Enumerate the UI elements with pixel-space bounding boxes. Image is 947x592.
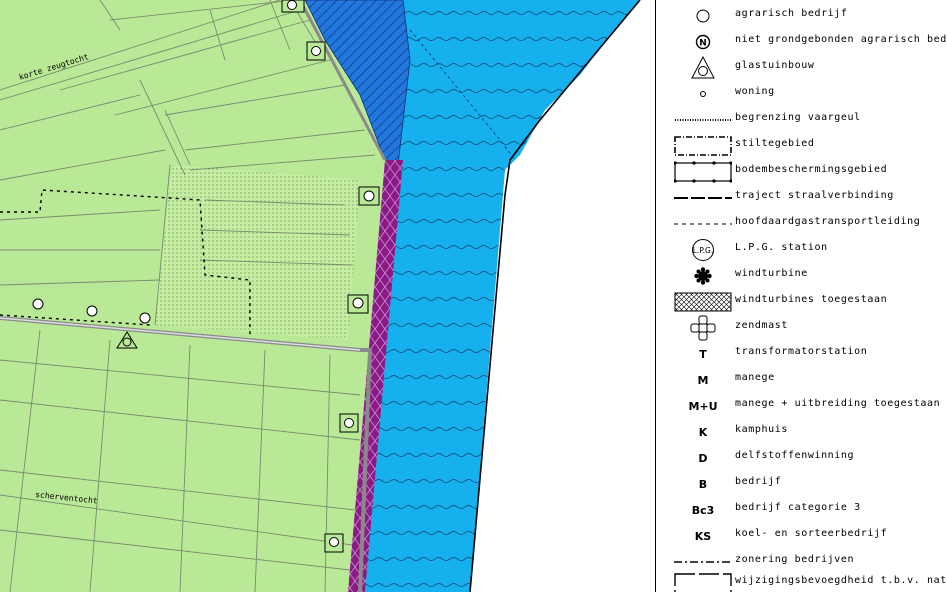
legend-item: Bc3 bedrijf categorie 3: [656, 497, 947, 523]
legend-letter-icon: K: [674, 419, 732, 445]
legend-label: hoofdaardgastransportleiding: [735, 216, 921, 227]
legend-letter-icon: Bc3: [674, 497, 732, 523]
long-dash-line-icon: [674, 185, 732, 211]
legend-letter-symbol: B: [698, 477, 708, 491]
legend-item: windturbine: [656, 263, 947, 289]
legend-letter-icon: KS: [674, 523, 732, 549]
legend-item: Ddelfstoffenwinning: [656, 445, 947, 471]
legend-label: manege: [735, 372, 775, 383]
circle-icon: [674, 3, 732, 29]
legend-letter-icon: D: [674, 445, 732, 471]
lpg-text: L.P.G.: [693, 246, 714, 255]
legend-item: stiltegebied: [656, 133, 947, 159]
legend-label: agrarisch bedrijf: [735, 8, 848, 19]
triangle-circle-icon: [674, 55, 732, 81]
legend-label: bodembeschermingsgebied: [735, 164, 888, 175]
legend-item: KS koel- en sorteerbedrijf: [656, 523, 947, 549]
legend-label: delfstoffenwinning: [735, 450, 855, 461]
legend-label: stiltegebied: [735, 138, 815, 149]
legend-letter-icon: M: [674, 367, 732, 393]
legend-letter-symbol: K: [698, 425, 708, 439]
windturbine-icon: [674, 263, 732, 289]
legend-item: begrenzing vaargeul: [656, 107, 947, 133]
legend-item: windturbines toegestaan: [656, 289, 947, 315]
legend-label: koel- en sorteerbedrijf: [735, 528, 888, 539]
legend-label: windturbine: [735, 268, 808, 279]
legend-label: windturbines toegestaan: [735, 294, 888, 305]
legend-item: M+U manege + uitbreiding toegestaan: [656, 393, 947, 419]
small-circle-icon: [674, 81, 732, 107]
dotted-box-icon: [674, 159, 732, 185]
legend-label: traject straalverbinding: [735, 190, 894, 201]
legend-item: zendmast: [656, 315, 947, 341]
legend-label: woning: [735, 86, 775, 97]
legend-label: begrenzing vaargeul: [735, 112, 861, 123]
legend-label: L.P.G. station: [735, 242, 828, 253]
legend-label: kamphuis: [735, 424, 788, 435]
legend-item: hoofdaardgastransportleiding: [656, 211, 947, 237]
fairway-line-icon: [674, 107, 732, 133]
legend-letter-icon: M+U: [674, 393, 732, 419]
legend-label: zendmast: [735, 320, 788, 331]
legend-item: traject straalverbinding: [656, 185, 947, 211]
lpg-circle-icon: L.P.G.: [674, 237, 732, 263]
legend-label: bedrijf: [735, 476, 782, 487]
legend-item: woning: [656, 81, 947, 107]
N-circle-icon: N: [674, 29, 732, 55]
legend-item: Kkamphuis: [656, 419, 947, 445]
legend-letter-symbol: KS: [694, 529, 712, 543]
legend-item: Mmanege: [656, 367, 947, 393]
legend-letter-symbol: Bc3: [691, 503, 715, 517]
legend-label: zonering bedrijven: [735, 554, 855, 565]
map-canvas[interactable]: korte zeugtocht scherventocht: [0, 0, 655, 592]
legend-letter-symbol: D: [698, 451, 708, 465]
legend-label: niet grondgebonden agrarisch bedrijf: [735, 34, 947, 45]
legend-letter-symbol: M+U: [688, 399, 718, 413]
crosshatch-box-icon: [674, 289, 732, 315]
legend-label: glastuinbouw: [735, 60, 815, 71]
legend-item: Bbedrijf: [656, 471, 947, 497]
legend-item: bodembeschermingsgebied: [656, 159, 947, 185]
legend-letter-symbol: M: [697, 373, 709, 387]
dash-line-icon: [674, 211, 732, 237]
zendmast-icon: [674, 315, 732, 341]
legend-label: manege + uitbreiding toegestaan: [735, 398, 941, 409]
legend-letter-icon: T: [674, 341, 732, 367]
legend-label: wijzigingsbevoegdheid t.b.v. natuurontwi…: [735, 575, 947, 586]
dashed-box-icon: [674, 570, 732, 592]
legend-item: L.P.G. L.P.G. station: [656, 237, 947, 263]
dotted-area: [155, 165, 360, 340]
svg-text:N: N: [699, 39, 707, 49]
legend-item: glastuinbouw: [656, 55, 947, 81]
dashdot-box-icon: [674, 133, 732, 159]
legend-item: Ttransformatorstation: [656, 341, 947, 367]
legend-letter-symbol: T: [699, 347, 707, 361]
map-legend: agrarisch bedrijf Nniet grondgebonden agr…: [656, 0, 947, 592]
legend-item: wijzigingsbevoegdheid t.b.v. natuurontwi…: [656, 570, 947, 592]
legend-label: transformatorstation: [735, 346, 868, 357]
legend-item: Nniet grondgebonden agrarisch bedrijf: [656, 29, 947, 55]
legend-item: agrarisch bedrijf: [656, 3, 947, 29]
legend-letter-icon: B: [674, 471, 732, 497]
legend-label: bedrijf categorie 3: [735, 502, 861, 513]
